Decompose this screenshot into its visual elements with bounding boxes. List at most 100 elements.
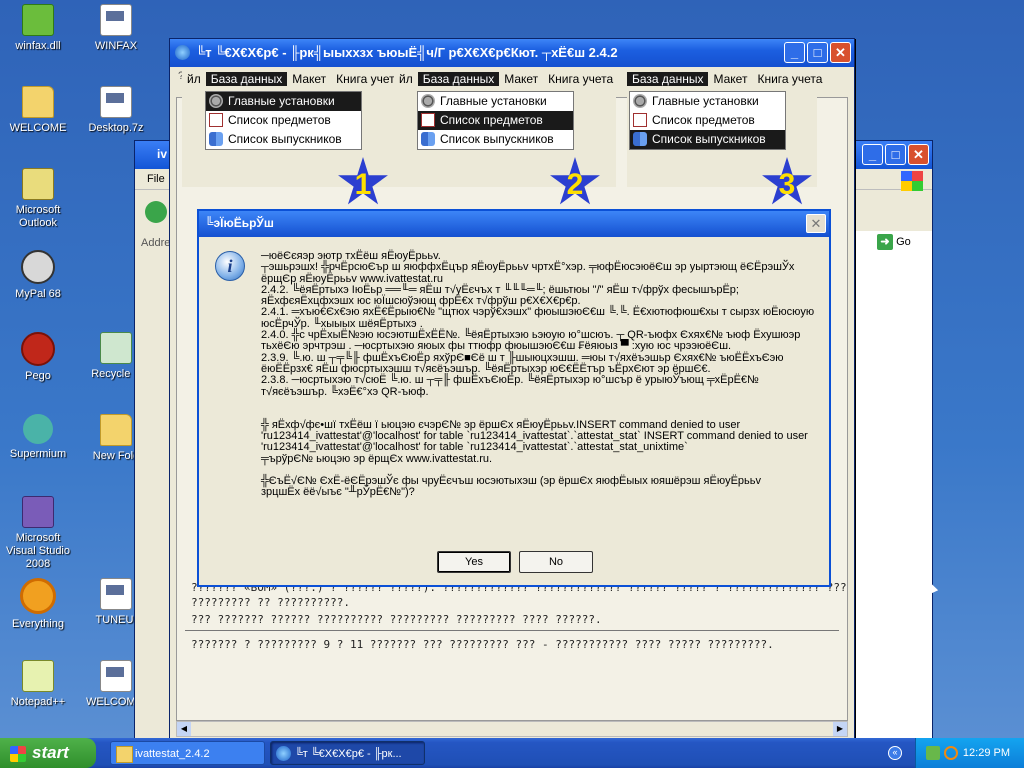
dialog-titlebar[interactable]: ╚эЇюЁьрЎш ✕ [199,211,829,237]
main-titlebar[interactable]: ╚т ╚€Х€Х€р€ - ╟рк╣ыыххзх ъюыЁ╣ч/Г р€Х€Х€… [170,39,854,67]
go-arrow-icon: ➜ [877,234,893,250]
windows-flag-icon [10,745,26,762]
menu-label: Макет [713,72,748,86]
folder-icon [116,746,133,763]
desktop: winfax.dll WINFAX WELCOME Desktop.7z Mic… [0,0,1024,740]
globe-icon [175,45,190,60]
desktop-icon-mypal[interactable]: MyPal 68 [0,250,76,301]
taskbar-item-app[interactable]: ╚т ╚€Х€Х€р€ - ╟рк... [270,741,425,765]
menu-item-main-settings: Главные установки [206,92,361,111]
scroll-left-icon[interactable]: ◀ [177,722,191,736]
menu-label: Книга учета [548,72,614,86]
dll-icon [22,4,54,36]
dropdown-menu: Главные установки Список предметов Списо… [417,91,574,150]
list-icon [209,113,223,127]
content-line: ????????? ?? ??????????. [191,596,350,609]
menu-item-graduates: Список выпускников [630,130,785,149]
menu-screenshot-2: йл База данных Макет Книга учета Главные ус… [394,69,616,205]
list-icon [421,113,435,127]
yes-button[interactable]: Yes [437,551,511,573]
gear-icon [209,94,223,108]
menu-screenshot-1: йл База данных Макет Книга учета Главные ус… [182,69,401,205]
desktop-icon-pego[interactable]: Pego [0,332,76,383]
menu-item-graduates: Список выпускников [206,130,361,149]
desktop-icon-supermium[interactable]: Supermium [0,414,76,461]
divider [185,630,839,631]
desktop-icon-desktop-7z[interactable]: Desktop.7z [78,86,154,135]
info-icon: i [215,251,245,281]
menu-label: База данных [205,72,288,86]
windows-logo-icon [901,171,923,191]
menu-label: База данных [417,72,500,86]
menu-item-main-settings: Главные установки [630,92,785,111]
archive-icon [100,86,132,118]
menu-label: Макет [292,72,327,86]
address-label: Addre [141,237,171,249]
go-button[interactable]: ➜ Go [877,234,915,252]
desktop-icon-winfax[interactable]: WINFAX [78,4,154,53]
taskbar-item-folder[interactable]: ivattestat_2.4.2 [110,741,265,765]
document-icon [100,578,132,610]
menu-label: Макет [504,72,539,86]
menu-item-graduates: Список выпускников [418,130,573,149]
folder-icon [22,86,54,118]
desktop-icon-outlook[interactable]: Microsoft Outlook [0,168,76,230]
menu-screenshot-3: База данных Макет Книга учета Главные уста… [627,69,822,205]
mypal-icon [21,250,55,284]
close-button[interactable]: ✕ [908,144,929,165]
system-tray: 12:29 PM [915,738,1024,768]
dropdown-menu: Главные установки Список предметов Списо… [205,91,362,150]
notepadpp-icon [22,660,54,692]
desktop-icon-winfax-dll[interactable]: winfax.dll [0,4,76,53]
content-line: ??? ??????? ?????? ?????????? ????????? … [191,613,602,626]
start-button[interactable]: start [0,738,96,768]
desktop-icon-visual-studio[interactable]: Microsoft Visual Studio 2008 [0,496,76,571]
globe-icon [276,746,291,761]
supermium-icon [23,414,53,444]
menu-label: йл [187,72,201,86]
explorer-right-pane [855,231,932,739]
menu-label: йл [399,72,413,86]
menu-file[interactable]: File [147,173,165,185]
everything-icon [20,578,56,614]
menu-label: База данных [627,72,709,86]
minimize-button[interactable]: _ [862,144,883,165]
users-icon [209,132,223,146]
clock[interactable]: 12:29 PM [963,738,1010,768]
list-icon [633,113,647,127]
recycle-bin-icon [100,332,132,364]
document-icon [100,4,132,36]
close-button[interactable]: ✕ [830,42,851,63]
scroll-right-icon[interactable]: ▶ [833,722,847,736]
horizontal-scrollbar[interactable]: ◀ ▶ [176,721,848,737]
no-button[interactable]: No [519,551,593,573]
users-icon [633,132,647,146]
menu-item-subjects: Список предметов [418,111,573,130]
maximize-button[interactable]: □ [885,144,906,165]
minimize-button[interactable]: _ [784,42,805,63]
dialog-close-button[interactable]: ✕ [806,214,826,233]
menu-item-subjects: Список предметов [206,111,361,130]
visual-studio-icon [22,496,54,528]
dialog-message: ─юёЄєяэр эютр тхЁёш яЁюуЁрььv. ┬эшьрэшх!… [261,250,815,499]
desktop-icon-notepadpp[interactable]: Notepad++ [0,660,76,709]
pego-icon [21,332,55,366]
taskbar: start ivattestat_2.4.2 ╚т ╚€Х€Х€р€ - ╟рк… [0,738,1024,768]
content-line: ??????? ? ????????? 9 ? 11 ??????? ??? ?… [191,638,774,651]
show-hidden-icons-button[interactable]: « [888,746,902,760]
maximize-button[interactable]: □ [807,42,828,63]
search-icon[interactable] [944,746,958,760]
folder-icon [100,414,132,446]
desktop-icon-welcome-folder[interactable]: WELCOME [0,86,76,135]
gear-icon [421,94,435,108]
info-dialog[interactable]: ╚эЇюЁьрЎш ✕ i ─юёЄєяэр эютр тхЁёш яЁюуЁр… [197,209,831,587]
dropdown-menu: Главные установки Список предметов Списо… [629,91,786,150]
outlook-icon [22,168,54,200]
desktop-icon-everything[interactable]: Everything [0,578,76,631]
tray-app-icon[interactable] [926,746,940,760]
document-icon [100,660,132,692]
users-icon [421,132,435,146]
menu-item-subjects: Список предметов [630,111,785,130]
menu-label: Книга учета [757,72,823,86]
back-arrow-icon[interactable] [145,201,167,223]
